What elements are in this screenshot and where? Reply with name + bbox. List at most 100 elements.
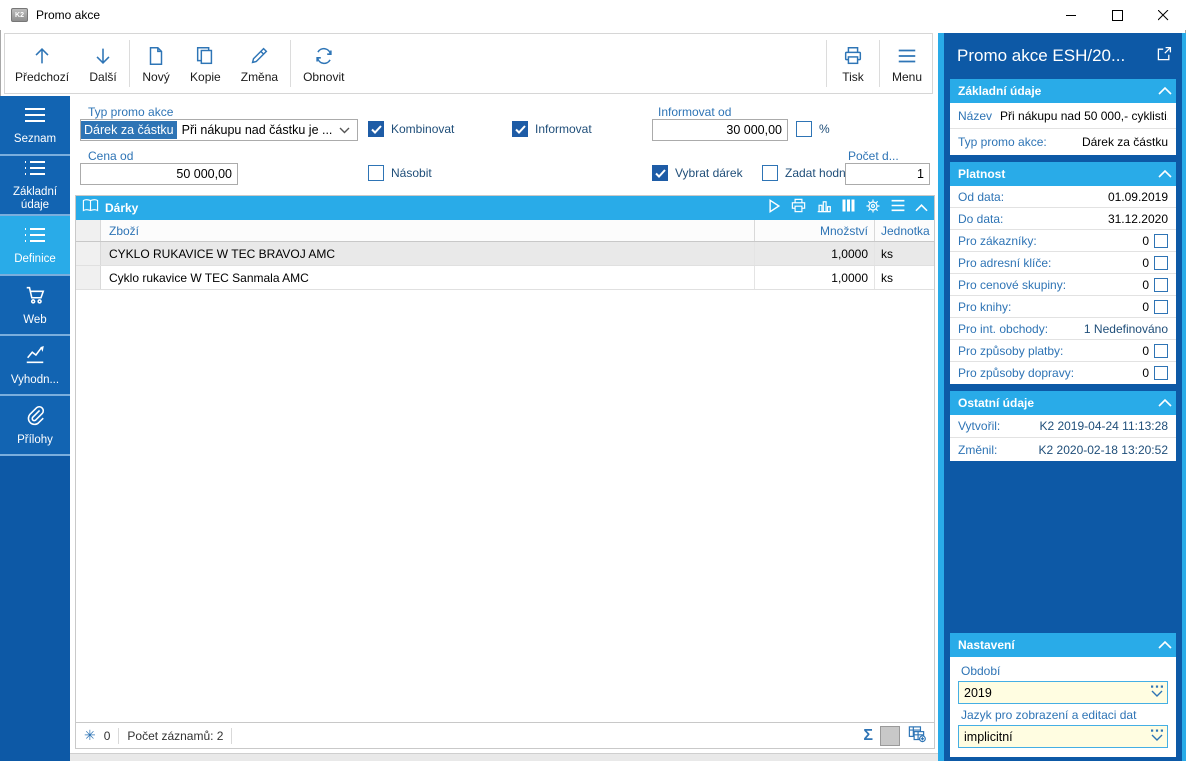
row-checkbox[interactable] xyxy=(1154,366,1168,380)
new-button[interactable]: Nový xyxy=(132,34,180,93)
panel-title: Promo akce ESH/20... xyxy=(957,46,1156,66)
field-row: Změnil: K2 2020-02-18 13:20:52 xyxy=(950,438,1176,461)
kombinovat-checkbox[interactable]: Kombinovat xyxy=(368,121,454,137)
nasobit-checkbox[interactable]: Násobit xyxy=(368,165,432,181)
row-checkbox[interactable] xyxy=(1154,234,1168,248)
left-sidebar: Seznam Základní údaje Definice Web Vyhod… xyxy=(0,96,70,761)
main-toolbar: Předchozí Další Nový Kopie Změna Obnovit… xyxy=(4,33,933,94)
print-button[interactable]: Tisk xyxy=(829,34,877,93)
obdobi-dropdown[interactable]: 2019 xyxy=(958,681,1168,704)
row-checkbox[interactable] xyxy=(1154,278,1168,292)
print-grid-icon[interactable] xyxy=(790,198,807,218)
pocet-d-label: Počet d... xyxy=(848,149,899,163)
row-marker-column xyxy=(76,220,101,241)
run-icon[interactable] xyxy=(768,199,781,218)
informovat-od-input[interactable] xyxy=(652,119,788,141)
previous-button[interactable]: Předchozí xyxy=(5,34,79,93)
record-count: Počet záznamů: 2 xyxy=(127,729,223,743)
app-window: K2 Promo akce Předchozí Další Nový Kopie xyxy=(0,0,1186,761)
minimize-button[interactable] xyxy=(1048,0,1094,30)
chevron-up-icon xyxy=(1158,167,1172,181)
gray-square-button[interactable] xyxy=(880,726,900,746)
section-header[interactable]: Základní údaje xyxy=(950,79,1176,103)
zadat-hodnotu-checkbox[interactable]: Zadat hodn... xyxy=(762,165,856,181)
edit-button[interactable]: Změna xyxy=(231,34,288,93)
informovat-checkbox[interactable]: Informovat xyxy=(512,121,592,137)
darky-grid-header: Dárky xyxy=(76,196,934,220)
main-content: Typ promo akce Dárek za částku Při nákup… xyxy=(70,96,938,761)
detail-list-icon xyxy=(22,225,48,249)
field-row: Pro způsoby dopravy: 0 xyxy=(950,362,1176,384)
section-header[interactable]: Nastavení xyxy=(950,633,1176,657)
column-header-mnozstvi[interactable]: Množství xyxy=(754,220,874,241)
darky-grid-panel: Dárky Zboží Množství Jednotka xyxy=(75,195,935,749)
dropdown-icon xyxy=(1149,728,1165,745)
row-checkbox[interactable] xyxy=(1154,256,1168,270)
panel-empty-area xyxy=(944,468,1182,633)
columns-icon[interactable] xyxy=(841,198,856,218)
field-row: Pro adresní klíče: 0 xyxy=(950,252,1176,274)
combobox-selected-text: Dárek za částku xyxy=(81,121,177,139)
checkbox-box xyxy=(796,121,812,137)
row-checkbox[interactable] xyxy=(1154,300,1168,314)
close-button[interactable] xyxy=(1140,0,1186,30)
field-row: Od data: 01.09.2019 xyxy=(950,186,1176,208)
panel-header: Promo akce ESH/20... xyxy=(944,33,1182,79)
toolbar-separator xyxy=(879,40,880,87)
jazyk-dropdown[interactable]: implicitní xyxy=(958,725,1168,748)
column-header-zbozi[interactable]: Zboží xyxy=(101,224,754,238)
sum-sigma-icon[interactable]: Σ xyxy=(863,727,873,745)
status-separator xyxy=(118,728,119,744)
copy-table-plus-icon[interactable] xyxy=(907,725,926,746)
refresh-button[interactable]: Obnovit xyxy=(293,34,354,93)
obdobi-label: Období xyxy=(961,664,1168,678)
horizontal-scroll-area[interactable] xyxy=(70,753,938,761)
row-checkbox[interactable] xyxy=(1154,344,1168,358)
collapse-chevron-icon[interactable] xyxy=(915,199,928,217)
grid-status-bar: ✳ 0 Počet záznamů: 2 Σ xyxy=(76,722,934,748)
maximize-button[interactable] xyxy=(1094,0,1140,30)
typ-promo-akce-label: Typ promo akce xyxy=(88,105,173,119)
menu-button[interactable]: Menu xyxy=(882,34,932,93)
copy-button[interactable]: Kopie xyxy=(180,34,231,93)
section-header[interactable]: Platnost xyxy=(950,162,1176,186)
table-row[interactable]: CYKLO RUKAVICE W TEC BRAVOJ AMC 1,0000 k… xyxy=(76,242,934,266)
vybrat-darek-checkbox[interactable]: Vybrat dárek xyxy=(652,165,743,181)
sidebar-item-web[interactable]: Web xyxy=(0,276,70,336)
sidebar-item-definice[interactable]: Definice xyxy=(0,216,70,276)
app-icon: K2 xyxy=(11,8,28,22)
field-row: Pro cenové skupiny: 0 xyxy=(950,274,1176,296)
section-header[interactable]: Ostatní údaje xyxy=(950,391,1176,415)
status-separator xyxy=(231,728,232,744)
toolbar-spacer xyxy=(354,34,824,93)
open-external-icon[interactable] xyxy=(1156,46,1172,67)
arrow-down-icon xyxy=(92,45,114,67)
chevron-down-icon xyxy=(339,121,350,139)
field-row: Pro knihy: 0 xyxy=(950,296,1176,318)
field-row: Název Při nákupu nad 50 000,- cyklisti..… xyxy=(950,103,1176,129)
table-row[interactable]: Cyklo rukavice W TEC Sanmala AMC 1,0000 … xyxy=(76,266,934,290)
copy-icon xyxy=(194,45,216,67)
settings-gear-icon[interactable] xyxy=(865,198,881,219)
typ-promo-akce-combobox[interactable]: Dárek za částku Při nákupu nad částku je… xyxy=(80,119,358,141)
sidebar-item-seznam[interactable]: Seznam xyxy=(0,96,70,156)
bar-chart-icon[interactable] xyxy=(816,199,832,218)
chevron-up-icon xyxy=(1158,84,1172,98)
sidebar-item-zakladni-udaje[interactable]: Základní údaje xyxy=(0,156,70,216)
window-title: Promo akce xyxy=(36,8,100,22)
paperclip-icon xyxy=(23,404,47,430)
cena-od-input[interactable] xyxy=(80,163,238,185)
pocet-d-input[interactable] xyxy=(845,163,930,185)
percent-checkbox[interactable]: % xyxy=(796,121,830,137)
sidebar-item-vyhodnoceni[interactable]: Vyhodn... xyxy=(0,336,70,396)
hamburger-icon xyxy=(895,45,919,67)
column-header-jednotka[interactable]: Jednotka xyxy=(874,220,934,241)
field-row: Typ promo akce: Dárek za částku xyxy=(950,129,1176,155)
checkbox-box xyxy=(762,165,778,181)
shopping-cart-icon xyxy=(23,284,47,310)
field-row: Vytvořil: K2 2019-04-24 11:13:28 xyxy=(950,415,1176,438)
sidebar-item-prilohy[interactable]: Přílohy xyxy=(0,396,70,456)
next-button[interactable]: Další xyxy=(79,34,127,93)
grid-menu-icon[interactable] xyxy=(890,199,906,217)
section-zakladni-udaje: Základní údaje Název Při nákupu nad 50 0… xyxy=(950,79,1176,155)
